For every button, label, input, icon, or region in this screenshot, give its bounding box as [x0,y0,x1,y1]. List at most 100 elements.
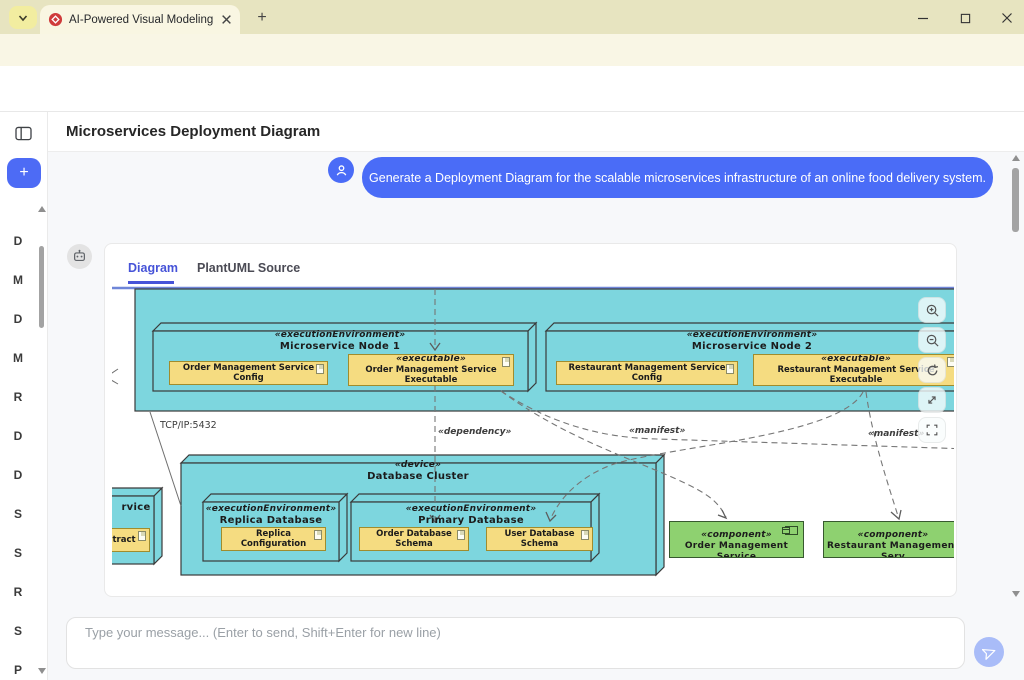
node2-label: «executionEnvironment» Microservice Node… [652,330,852,352]
node1-name: Microservice Node 1 [240,341,440,352]
edge-label-tcp: TCP/IP:5432 [160,420,217,431]
artifact-restaurant-config: Restaurant Management Service Config [556,361,738,385]
browser-tab-strip: AI-Powered Visual Modeling Ch + [0,0,1024,34]
component-restaurant-service: «component» Restaurant Management Serv [823,521,954,558]
component-order-name: Order Management Service [670,541,803,558]
component-restaurant-stereotype: «component» [824,530,954,541]
tab-search-button[interactable] [9,6,37,29]
history-item[interactable]: R [0,573,36,612]
tab-diagram[interactable]: Diagram [128,261,178,275]
artifact-order-schema: Order Database Schema [359,527,469,551]
clipped-service-name: rvice [116,502,156,513]
bot-avatar [67,244,92,269]
clipped-service-label: rvice [116,502,156,513]
fullscreen-brackets-icon [925,423,939,437]
edge-label-manifest-left: «manifest» [629,426,685,436]
history-item[interactable]: S [0,495,36,534]
artifact-page-icon [947,357,954,367]
chat-user-avatar [328,157,354,183]
expand-arrows-icon [925,393,939,407]
node1-stereotype: «executionEnvironment» [240,330,440,341]
sidebar-toggle-icon[interactable] [15,126,32,146]
tab-close-icon[interactable] [221,14,232,25]
visual-paradigm-favicon [48,12,63,27]
node2-stereotype: «executionEnvironment» [652,330,852,341]
window-close-button[interactable] [996,8,1018,28]
history-item[interactable]: D [0,300,36,339]
tab-title: AI-Powered Visual Modeling Ch [69,14,215,26]
send-plane-icon [982,645,997,660]
artifact-clipped-text: ntract [112,535,136,546]
artifact-restaurant-exec-stereotype: «executable» [821,354,891,365]
artifact-user-schema: User Database Schema [486,527,593,551]
chevron-down-icon [17,12,29,24]
browser-window: AI-Powered Visual Modeling Ch + ai-toolb… [0,0,1024,680]
main-scroll-down-arrow[interactable] [1012,591,1020,597]
page-title: Microservices Deployment Diagram [66,123,320,140]
edge-label-dependency: «dependency» [438,427,511,437]
history-item[interactable]: D [0,456,36,495]
user-message-bubble: Generate a Deployment Diagram for the sc… [362,157,993,198]
active-tab-underline [128,281,174,284]
message-input[interactable] [66,617,965,669]
primary-name: Primary Database [371,515,571,526]
zoom-out-icon [925,333,940,348]
zoom-out-button[interactable] [918,327,946,353]
window-maximize-button[interactable] [954,8,976,28]
history-item[interactable]: M [0,339,36,378]
send-button[interactable] [974,637,1004,667]
artifact-restaurant-config-text: Restaurant Management Service Config [557,363,737,384]
history-item[interactable]: D [0,222,36,261]
history-item[interactable]: S [0,534,36,573]
replica-db-label: «executionEnvironment» Replica Database [191,504,351,526]
fullscreen-button[interactable] [918,417,946,443]
component-order-service: «component» Order Management Service [669,521,804,558]
app-header: Chatbot Powered by Visual Paradigm More … [0,66,1024,112]
replica-name: Replica Database [191,515,351,526]
node1-label: «executionEnvironment» Microservice Node… [240,330,440,352]
history-item[interactable]: R [0,378,36,417]
artifact-page-icon [316,364,324,374]
history-item[interactable]: S [0,612,36,651]
artifact-replica-config-text: Replica Configuration [222,529,325,550]
cluster-name: Database Cluster [318,471,518,482]
artifact-order-config: Order Management Service Config [169,361,328,385]
artifact-order-exec-stereotype: «executable» [396,354,466,365]
maximize-icon [960,13,971,24]
zoom-in-icon [925,303,940,318]
replica-stereotype: «executionEnvironment» [191,504,351,515]
primary-stereotype: «executionEnvironment» [371,504,571,515]
cluster-stereotype: «device» [318,460,518,471]
artifact-order-schema-text: Order Database Schema [360,529,468,550]
diagram-viewport[interactable]: «executionEnvironment» Microservice Node… [112,286,954,597]
main-scrollbar-thumb[interactable] [1012,168,1019,232]
close-icon [1001,12,1013,24]
main-scroll-up-arrow[interactable] [1012,155,1020,161]
zoom-in-button[interactable] [918,297,946,323]
artifact-page-icon [457,530,465,540]
browser-tab[interactable]: AI-Powered Visual Modeling Ch [40,5,240,34]
history-item[interactable]: M [0,261,36,300]
browser-toolbar: ai-toolbox.visual-paradigm.com/app/chatb… [0,34,1024,66]
tab-plantuml-source[interactable]: PlantUML Source [197,261,300,275]
artifact-user-schema-text: User Database Schema [487,529,592,550]
new-tab-button[interactable]: + [252,8,272,28]
history-item[interactable]: P [0,651,36,680]
primary-db-label: «executionEnvironment» Primary Database [371,504,571,526]
new-chat-button[interactable]: + [7,158,41,188]
database-cluster-label: «device» Database Cluster [318,460,518,482]
component-icon [785,526,798,535]
minimize-icon [917,12,929,24]
artifact-clipped-contract: ntract [112,528,150,552]
reset-view-button[interactable] [918,357,946,383]
window-minimize-button[interactable] [912,8,934,28]
expand-button[interactable] [918,387,946,413]
artifact-page-icon [502,357,510,367]
sidebar-scroll-down-arrow[interactable] [38,668,46,674]
sidebar-scrollbar-thumb[interactable] [39,246,44,328]
history-item[interactable]: D [0,417,36,456]
reset-icon [925,363,940,378]
diagram-card: Diagram PlantUML Source [104,243,957,597]
sidebar-scroll-up-arrow[interactable] [38,206,46,212]
artifact-order-executable: «executable» Order Management Service Ex… [348,354,514,386]
